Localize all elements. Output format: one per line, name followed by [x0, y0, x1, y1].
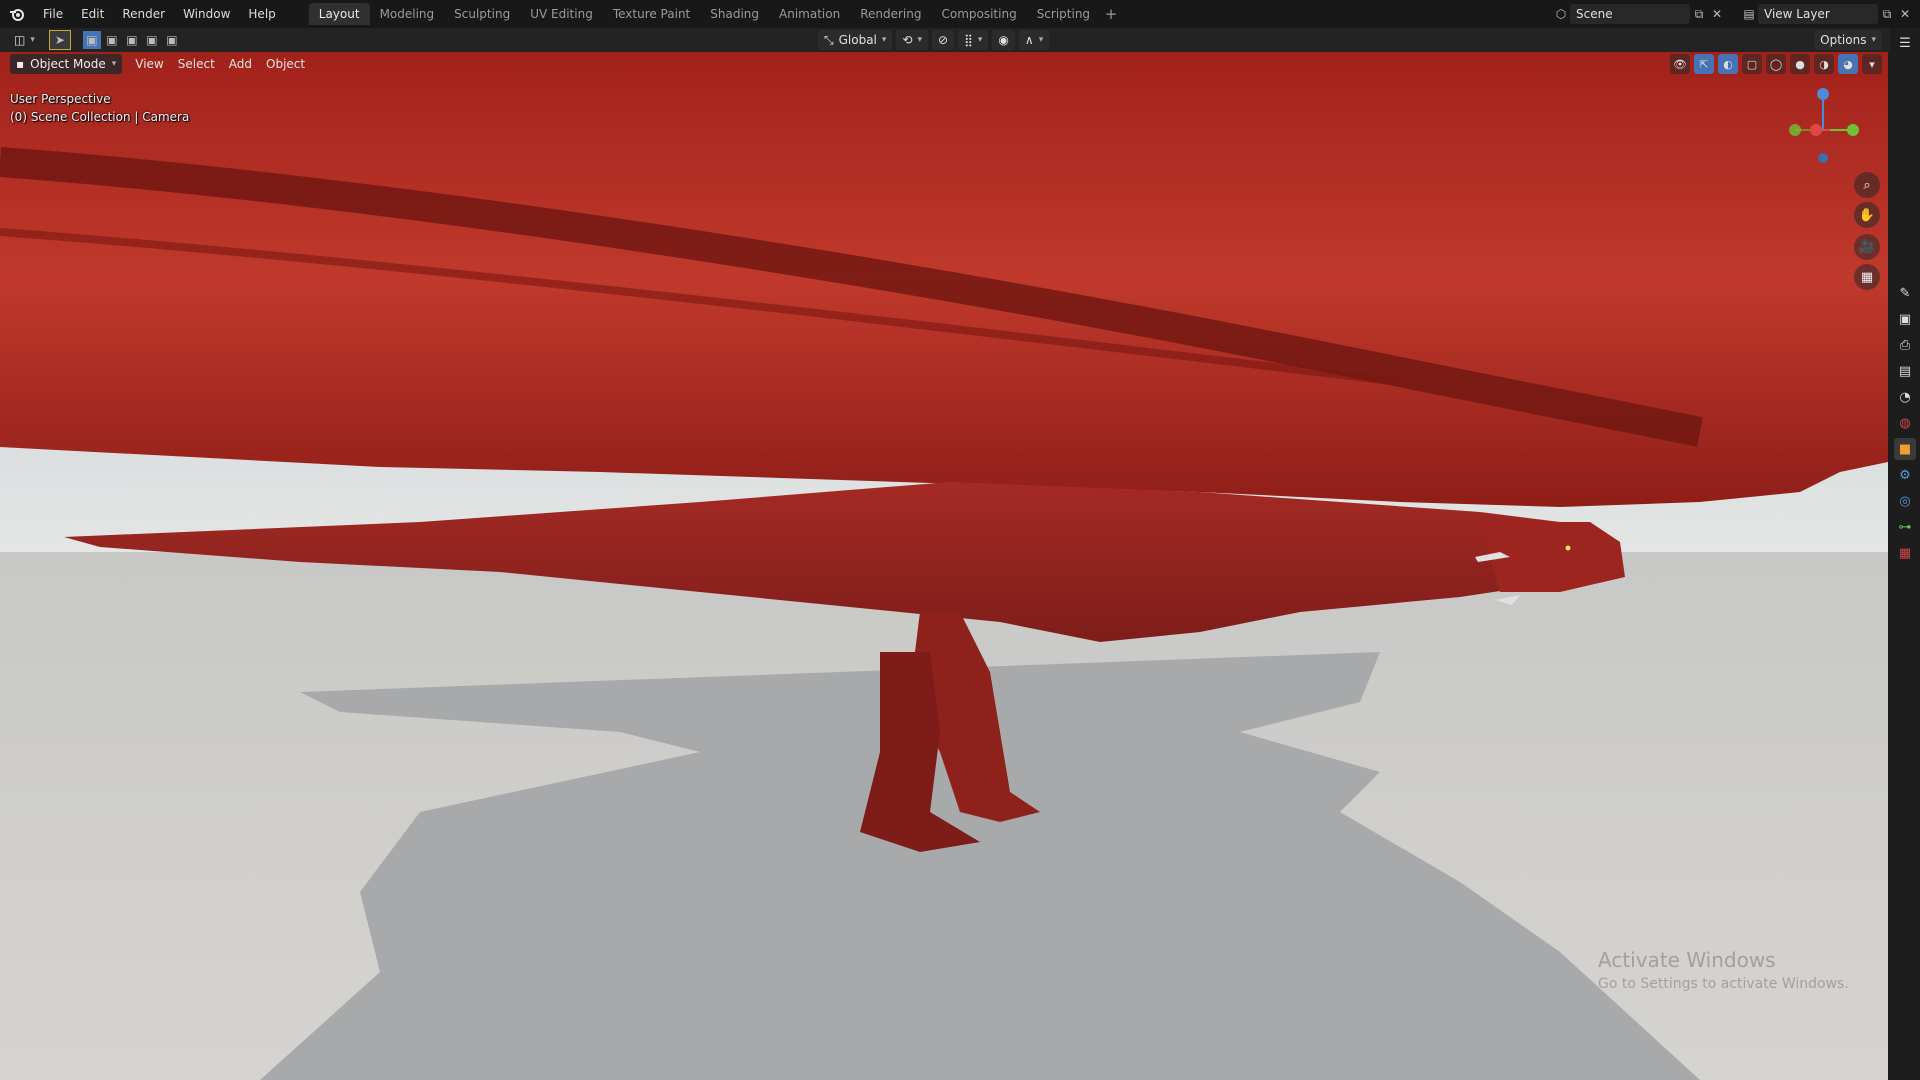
camera-view-icon[interactable]: 🎥 [1854, 234, 1880, 260]
view-layer-selector-icon[interactable]: ▤ [1740, 5, 1758, 23]
snap-target-dropdown[interactable]: ⣿ ▾ [958, 30, 989, 50]
object-properties-icon[interactable]: ■ [1894, 438, 1916, 460]
menu-file[interactable]: File [34, 0, 72, 28]
proportional-edit-toggle[interactable]: ◉ [992, 30, 1015, 50]
tab-uv-editing[interactable]: UV Editing [520, 3, 603, 25]
select-mode-subtract-icon[interactable]: ▣ [123, 31, 141, 49]
viewport-menu-object[interactable]: Object [259, 54, 312, 74]
view-layer-name-field[interactable]: View Layer [1758, 4, 1878, 24]
windows-activation-watermark-title: Activate Windows [1598, 948, 1776, 972]
object-mode-icon: ▪ [16, 57, 25, 71]
viewport-menu-view[interactable]: View [128, 54, 170, 74]
tab-rendering[interactable]: Rendering [850, 3, 931, 25]
scene-selector-icon[interactable]: ⬡ [1552, 5, 1570, 23]
viewport-scene [0, 52, 1888, 1080]
xray-toggle-icon[interactable]: ▢ [1742, 54, 1762, 74]
falloff-icon: ∧ [1024, 33, 1034, 47]
scene-properties-icon[interactable]: ◔ [1894, 386, 1916, 408]
tab-modeling[interactable]: Modeling [370, 3, 445, 25]
grid-snap-icon: ⣿ [964, 33, 973, 47]
viewport-header: ◫ ▾ ➤ ▣ ▣ ▣ ▣ ▣ ⤡ Global ▾ ⟲ ▾ ⊘ ⣿ ▾ ◉ ∧ ▾ O… [0, 28, 1890, 52]
pivot-point-dropdown[interactable]: ⟲ ▾ [896, 30, 929, 50]
tab-sculpting[interactable]: Sculpting [444, 3, 520, 25]
select-tool-icon[interactable]: ➤ [48, 30, 71, 50]
rendered-shading-icon[interactable]: ◕ [1838, 54, 1858, 74]
tool-properties-icon[interactable]: ✎ [1894, 282, 1916, 304]
gizmo-toggle-icon[interactable]: ⇱ [1694, 54, 1714, 74]
pan-hand-icon[interactable]: ✋ [1854, 202, 1880, 228]
proportional-icon: ◉ [998, 33, 1009, 47]
collection-info-label: (0) Scene Collection | Camera [10, 110, 190, 124]
top-bar: File Edit Render Window Help Layout Modeling S… [0, 0, 1920, 28]
material-shading-icon[interactable]: ◑ [1814, 54, 1834, 74]
wireframe-shading-icon[interactable]: ◯ [1766, 54, 1786, 74]
outliner-icon[interactable]: ☰ [1894, 32, 1916, 54]
constraint-properties-icon[interactable]: ⊶ [1894, 516, 1916, 538]
add-workspace-icon[interactable]: + [1100, 5, 1122, 23]
view-layer-properties-icon[interactable]: ▤ [1894, 360, 1916, 382]
chevron-down-icon: ▾ [111, 59, 117, 69]
viewport-toolbar: ▪ Object Mode ▾ View Select Add Object 👁 ⇱ … [0, 52, 1888, 76]
shading-options-icon[interactable]: ▾ [1862, 54, 1882, 74]
tab-texture-paint[interactable]: Texture Paint [603, 3, 700, 25]
tab-animation[interactable]: Animation [769, 3, 850, 25]
menu-help[interactable]: Help [239, 0, 284, 28]
zoom-icon[interactable]: ⌕ [1854, 172, 1880, 198]
snap-toggle[interactable]: ⊘ [932, 30, 955, 50]
transform-orientation-dropdown[interactable]: ⤡ Global ▾ [818, 30, 893, 50]
windows-activation-watermark-subtitle: Go to Settings to activate Windows. [1598, 976, 1849, 992]
tab-shading[interactable]: Shading [700, 3, 769, 25]
magnet-icon: ⊘ [938, 33, 949, 47]
chevron-down-icon: ▾ [881, 35, 887, 45]
modifier-properties-icon[interactable]: ⚙ [1894, 464, 1916, 486]
world-properties-icon[interactable]: ◍ [1894, 412, 1916, 434]
navigation-gizmo[interactable] [1778, 80, 1868, 170]
physics-properties-icon[interactable]: ◎ [1894, 490, 1916, 512]
solid-shading-icon[interactable]: ● [1790, 54, 1810, 74]
menu-render[interactable]: Render [113, 0, 174, 28]
view-name-label: User Perspective [10, 92, 111, 106]
3d-viewport[interactable]: ▪ Object Mode ▾ View Select Add Object 👁 ⇱ … [0, 52, 1888, 1080]
orientation-icon: ⤡ [824, 32, 834, 47]
menu-edit[interactable]: Edit [72, 0, 113, 28]
tab-scripting[interactable]: Scripting [1027, 3, 1100, 25]
options-dropdown[interactable]: Options ▾ [1814, 30, 1882, 50]
viewport-menu-select[interactable]: Select [171, 54, 222, 74]
visibility-dropdown-icon[interactable]: 👁 [1670, 54, 1690, 74]
tab-layout[interactable]: Layout [308, 3, 370, 25]
overlay-toggle-icon[interactable]: ◐ [1718, 54, 1738, 74]
output-properties-icon[interactable]: ⎙ [1894, 334, 1916, 356]
select-mode-extend-icon[interactable]: ▣ [103, 31, 121, 49]
pivot-icon: ⟲ [902, 33, 913, 47]
scene-name-field[interactable]: Scene [1570, 4, 1690, 24]
new-scene-icon[interactable]: ⧉ [1690, 5, 1708, 23]
proportional-falloff-dropdown[interactable]: ∧ ▾ [1018, 30, 1050, 50]
workspace-tabs: Layout Modeling Sculpting UV Editing Texture… [308, 0, 1100, 28]
object-mode-dropdown[interactable]: ▪ Object Mode ▾ [10, 54, 123, 74]
blender-logo-icon[interactable] [0, 0, 34, 28]
texture-properties-icon[interactable]: ▦ [1894, 542, 1916, 564]
delete-view-layer-icon[interactable]: ✕ [1896, 5, 1914, 23]
tab-compositing[interactable]: Compositing [931, 3, 1026, 25]
select-mode-intersect-icon[interactable]: ▣ [163, 31, 181, 49]
editor-type-icon: ◫ [14, 33, 26, 47]
select-mode-new-icon[interactable]: ▣ [82, 31, 101, 49]
select-mode-invert-icon[interactable]: ▣ [143, 31, 161, 49]
render-properties-icon[interactable]: ▣ [1894, 308, 1916, 330]
viewport-menu-add[interactable]: Add [222, 54, 259, 74]
properties-tab-strip: ☰ ✎ ▣ ⎙ ▤ ◔ ◍ ■ ⚙ ◎ ⊶ ▦ [1890, 28, 1920, 1080]
new-view-layer-icon[interactable]: ⧉ [1878, 5, 1896, 23]
delete-scene-icon[interactable]: ✕ [1708, 5, 1726, 23]
menu-window[interactable]: Window [174, 0, 239, 28]
perspective-grid-icon[interactable]: ▦ [1854, 264, 1880, 290]
editor-type-dropdown[interactable]: ◫ ▾ [8, 30, 41, 50]
